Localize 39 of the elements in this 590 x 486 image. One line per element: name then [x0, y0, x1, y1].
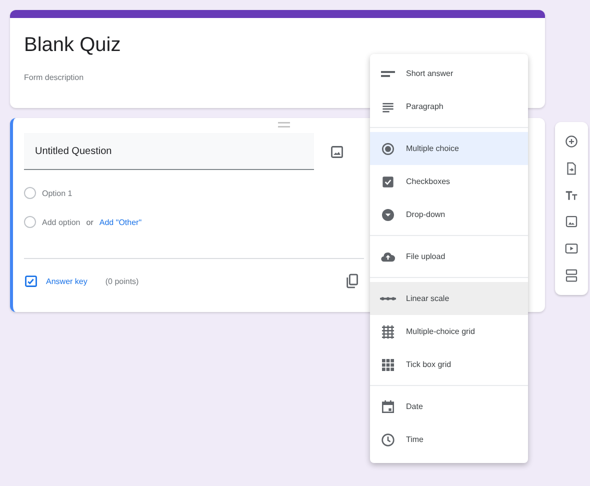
image-icon[interactable] [330, 144, 344, 158]
tick-grid-icon [380, 356, 396, 372]
menu-item[interactable]: Multiple choice [370, 132, 528, 165]
section-icon[interactable] [564, 268, 579, 284]
video-icon[interactable] [564, 241, 579, 256]
or-text: or [86, 218, 94, 226]
drag-handle-icon[interactable] [278, 122, 290, 128]
question-field[interactable]: Untitled Question [24, 133, 314, 170]
menu-item[interactable]: Checkboxes [370, 165, 528, 198]
menu-item[interactable]: Tick box grid [370, 348, 528, 381]
radio-button[interactable] [24, 187, 36, 199]
form-description[interactable]: Form description [24, 73, 84, 82]
radio-icon [380, 140, 396, 156]
menu-item[interactable]: Date [370, 390, 528, 423]
answer-key-icon[interactable] [24, 274, 38, 288]
add-icon[interactable] [564, 134, 579, 149]
answer-key-link[interactable]: Answer key [46, 276, 88, 286]
dotted-line-icon [380, 296, 396, 302]
checkbox-icon [380, 174, 396, 190]
menu-item[interactable]: Drop-down [370, 198, 528, 231]
form-title[interactable]: Blank Quiz [24, 34, 531, 57]
menu-item[interactable]: Paragraph [370, 90, 528, 123]
menu-item[interactable]: Linear scale [370, 282, 528, 315]
option-label[interactable]: Option 1 [42, 188, 72, 198]
add-other-link[interactable]: Add "Other" [99, 218, 142, 226]
add-option-link[interactable]: Add option [42, 218, 80, 226]
points-text: (0 points) [105, 276, 139, 286]
grid-icon [380, 324, 396, 340]
copy-icon[interactable] [345, 273, 359, 289]
menu-item[interactable]: Time [370, 423, 528, 456]
image-icon[interactable] [564, 214, 579, 230]
dropdown-icon [380, 206, 396, 222]
document-icon[interactable] [564, 160, 579, 176]
short-lines-icon [380, 70, 396, 78]
menu-item[interactable]: Multiple-choice grid [370, 315, 528, 348]
menu-item[interactable]: Short answer [370, 57, 528, 90]
calendar-icon [380, 398, 396, 414]
clock-icon [380, 432, 396, 448]
menu-item[interactable]: File upload [370, 240, 528, 273]
